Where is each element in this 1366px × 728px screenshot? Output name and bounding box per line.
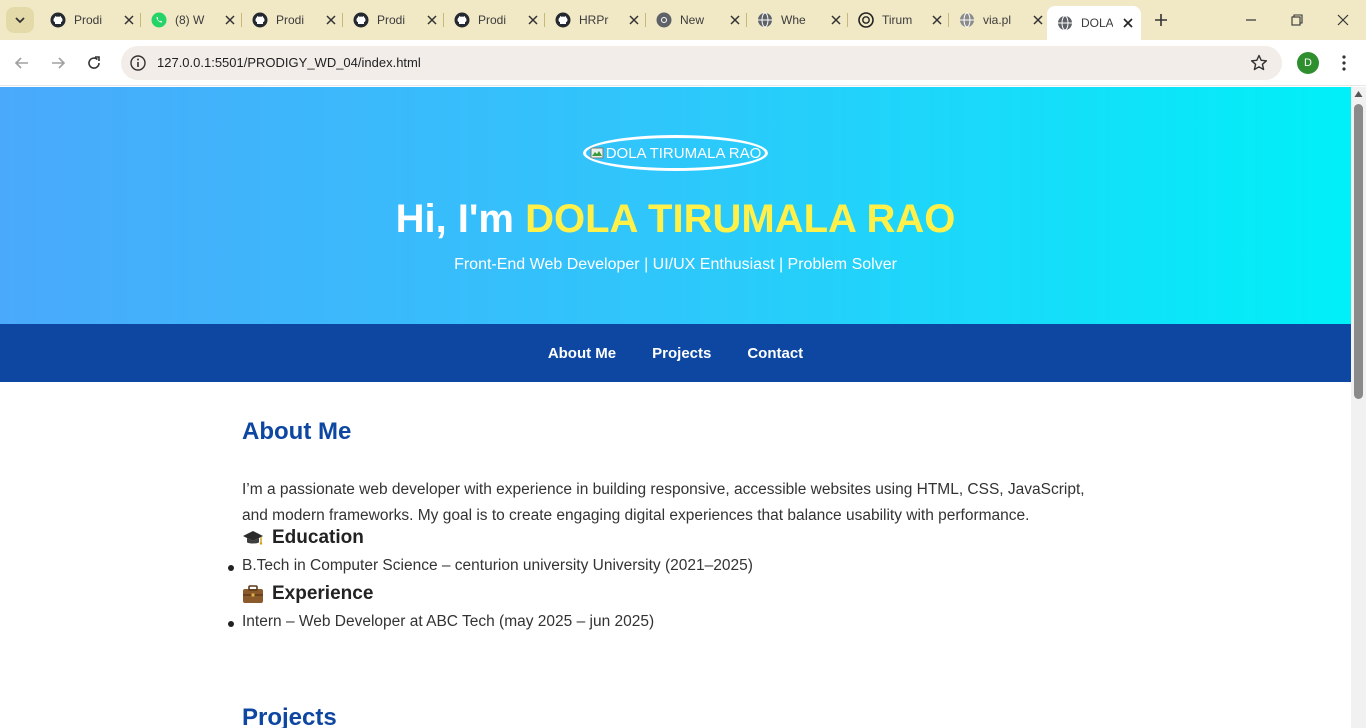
restore-icon [1291, 14, 1303, 26]
hero-greeting: Hi, I'm [395, 197, 526, 241]
browser-tab[interactable]: via.pl [949, 6, 1050, 34]
tab-title: Whe [781, 13, 806, 27]
minimize-button[interactable] [1239, 8, 1263, 32]
browser-tab[interactable]: Prodi [40, 6, 141, 34]
hero-name: DOLA TIRUMALA RAO [525, 197, 956, 241]
close-tab-icon[interactable] [122, 13, 136, 27]
close-tab-icon[interactable] [223, 13, 237, 27]
tab-title: Prodi [478, 13, 507, 27]
new-tab-button[interactable] [1150, 9, 1172, 31]
restore-button[interactable] [1285, 8, 1309, 32]
github-icon [50, 12, 66, 28]
close-tab-icon[interactable] [930, 13, 944, 27]
back-button[interactable] [10, 51, 34, 75]
tab-title: HRPr [579, 13, 609, 27]
forward-button[interactable] [46, 51, 70, 75]
tab-title: Tirum [882, 13, 913, 27]
globe-icon [960, 12, 974, 28]
section-title-about: About Me [242, 418, 352, 445]
experience-heading: Experience [242, 583, 373, 605]
briefcase-icon [243, 585, 263, 603]
page-scrollbar[interactable] [1351, 87, 1366, 728]
hero-header: DOLA TIRUMALA RAO Hi, I'm DOLA TIRUMALA … [0, 87, 1351, 324]
list-item: B.Tech in Computer Science – centurion u… [228, 557, 753, 574]
browser-tab[interactable]: Prodi [444, 6, 545, 34]
tab-title: Prodi [74, 13, 103, 27]
browser-tab[interactable]: (8) W [141, 6, 242, 34]
browser-tab[interactable]: Prodi [242, 6, 343, 34]
close-tab-icon[interactable] [324, 13, 338, 27]
plus-icon [1155, 14, 1167, 26]
close-tab-icon[interactable] [829, 13, 843, 27]
tab-title: DOLA [1081, 16, 1113, 30]
browser-tab[interactable]: HRPr [545, 6, 646, 34]
close-tab-icon[interactable] [1031, 13, 1045, 27]
tab-title: via.pl [983, 13, 1012, 27]
page-viewport: DOLA TIRUMALA RAO Hi, I'm DOLA TIRUMALA … [0, 87, 1351, 728]
whatsapp-icon [151, 12, 167, 28]
broken-image-icon [590, 147, 604, 159]
hero-title: Hi, I'm DOLA TIRUMALA RAO [0, 197, 1351, 242]
close-tab-icon[interactable] [1121, 16, 1135, 30]
chrome-icon [656, 12, 672, 28]
hero-tagline: Front-End Web Developer | UI/UX Enthusia… [454, 256, 897, 273]
scroll-up-icon[interactable] [1354, 90, 1363, 98]
education-heading: Education [242, 527, 364, 549]
main-nav: About Me Projects Contact [0, 324, 1351, 382]
close-icon [1337, 14, 1349, 26]
minimize-icon [1246, 19, 1256, 21]
nav-link-projects[interactable]: Projects [652, 345, 711, 362]
about-paragraph: I’m a passionate web developer with expe… [242, 481, 1085, 524]
close-tab-icon[interactable] [627, 13, 641, 27]
close-tab-icon[interactable] [425, 13, 439, 27]
close-window-button[interactable] [1331, 8, 1355, 32]
github-icon [353, 12, 369, 28]
url-text: 127.0.0.1:5501/PRODIGY_WD_04/index.html [157, 55, 421, 70]
tab-title: Prodi [377, 13, 406, 27]
browser-tab[interactable]: Whe [747, 6, 848, 34]
tab-strip: Prodi (8) W Prodi Prodi Prodi HRPr New W… [0, 0, 1366, 40]
profile-photo: DOLA TIRUMALA RAO [583, 135, 768, 171]
reload-icon [88, 56, 100, 69]
globe-icon [1058, 15, 1072, 31]
tab-title: New [680, 13, 705, 27]
reload-button[interactable] [82, 51, 106, 75]
close-tab-icon[interactable] [526, 13, 540, 27]
tab-search-button[interactable] [6, 7, 34, 33]
graduation-cap-icon [243, 531, 263, 545]
github-icon [454, 12, 470, 28]
browser-toolbar: 127.0.0.1:5501/PRODIGY_WD_04/index.html … [0, 40, 1366, 86]
globe-icon [758, 12, 772, 28]
browser-menu-button[interactable] [1334, 52, 1354, 74]
site-info-icon[interactable] [129, 54, 147, 72]
bookmark-star-icon[interactable] [1250, 54, 1268, 72]
close-tab-icon[interactable] [728, 13, 742, 27]
address-bar[interactable]: 127.0.0.1:5501/PRODIGY_WD_04/index.html [121, 46, 1282, 80]
chatgpt-icon [858, 12, 874, 28]
tab-title: Prodi [276, 13, 305, 27]
browser-tab[interactable]: Prodi [343, 6, 444, 34]
arrow-right-icon [52, 57, 66, 69]
nav-link-contact[interactable]: Contact [747, 345, 803, 362]
browser-tab-active[interactable]: DOLA [1047, 6, 1141, 40]
arrow-left-icon [14, 57, 28, 69]
nav-link-about[interactable]: About Me [548, 345, 616, 362]
browser-tab[interactable]: Tirum [848, 6, 949, 34]
list-item: Intern – Web Developer at ABC Tech (may … [227, 613, 655, 630]
browser-tab[interactable]: New [646, 6, 747, 34]
github-icon [555, 12, 571, 28]
profile-photo-alt: DOLA TIRUMALA RAO [605, 144, 762, 162]
education-title: Education [272, 527, 364, 548]
tab-title: (8) W [175, 13, 205, 27]
section-title-projects: Projects [242, 704, 337, 728]
profile-avatar[interactable]: D [1297, 52, 1319, 74]
scrollbar-thumb[interactable] [1354, 104, 1363, 399]
experience-title: Experience [272, 583, 374, 604]
github-icon [252, 12, 268, 28]
chevron-down-icon [15, 17, 25, 24]
more-vert-icon [1342, 55, 1346, 71]
